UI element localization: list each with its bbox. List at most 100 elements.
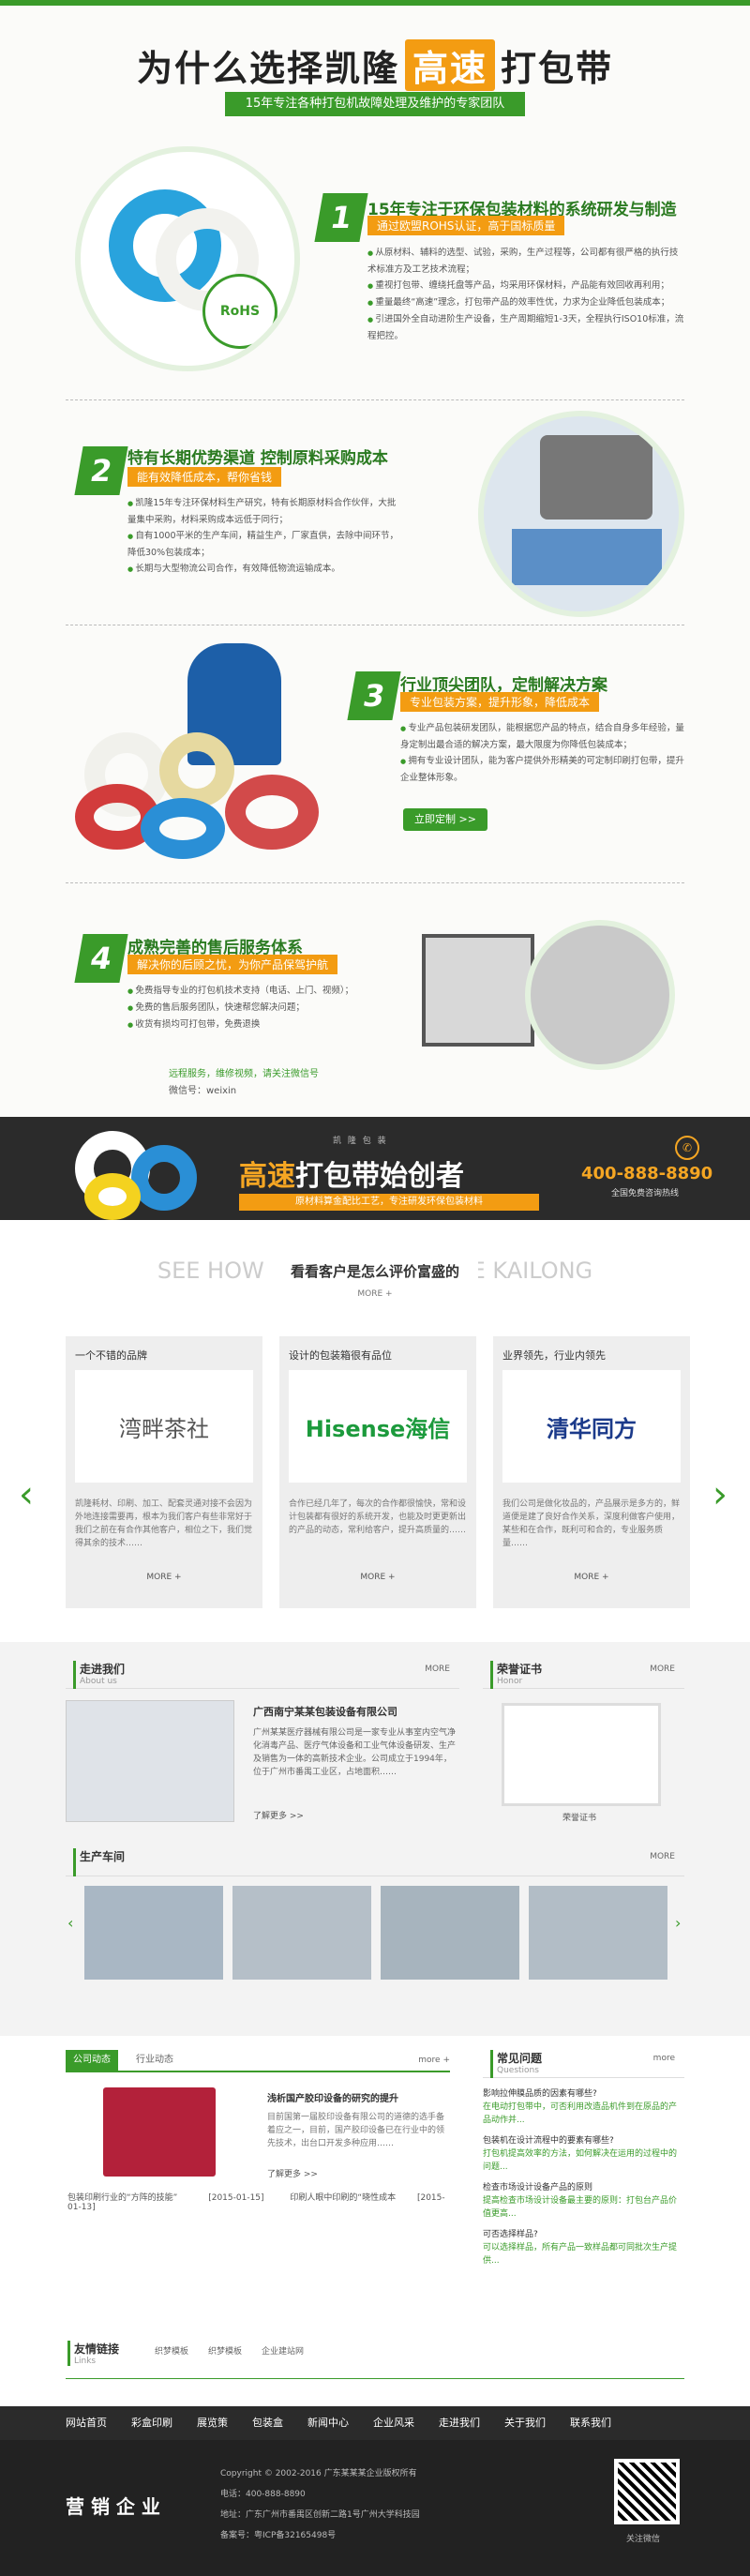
feature-list-3: 专业产品包装研发团队，能根据您产品的特点，结合自身多年经验，量身定制出最合适的解… [400,720,691,786]
links-title: 友情链接 Links [68,2341,119,2366]
case-card[interactable]: 一个不错的品牌 湾畔茶社 凯隆耗材、印刷、加工、配套灵通对接不会因为外地连接需要… [66,1336,262,1608]
workshop-photo [232,1886,371,1980]
workshop-photo [381,1886,519,1980]
team-image [75,643,347,859]
case-logo: 清华同方 [502,1370,681,1483]
list-item: 凯隆15年专注环保材料生产研究，特有长期原材料合作伙伴，大批量集中采购，材料采购… [128,495,399,528]
nav-item[interactable]: 联系我们 [570,2406,611,2440]
case-more-link[interactable]: MORE + [279,1573,476,1582]
case-logo: 湾畔茶社 [75,1370,253,1483]
why-choose-section: 为什么选择凯隆 高速 打包带 15年专注各种打包机故障处理及维护的专家团队 RoHS… [0,6,750,1117]
list-item: 收货有损均可打包带，免费退换 [128,1017,399,1033]
divider [66,399,684,400]
prev-arrow-icon[interactable]: ‹ [68,1914,73,1932]
company-desc: 广州某某医疗器械有限公司是一家专业从事室内空气净化消毒产品、医疗气体设备和工业气… [253,1728,457,1777]
faq-item[interactable]: 影响拉伸膜品质的因素有哪些? 在电动打包带中，可否利用改造品机件到在原品的产品动作… [483,2087,684,2127]
feature-number-4: 4 [74,934,128,983]
footer-brand: 营 销 企 业 [66,2495,160,2518]
friend-link[interactable]: 织梦模板 [208,2344,242,2357]
faq-item[interactable]: 可否选择样品? 可以选择样品，所有产品一致样品都可同批次生产提供... [483,2228,684,2267]
case-card[interactable]: 设计的包装箱很有品位 Hisense海信 合作已经几年了，每次的合作都很愉快，常… [279,1336,476,1608]
wechat-hint: 远程服务，维修视频，请关注微信号 [169,1069,319,1079]
tab-industry-news[interactable]: 行业动态 [136,2050,173,2071]
next-arrow-icon[interactable]: › [712,1473,728,1516]
faq-item[interactable]: 包装机在设计流程中的要素有哪些? 打包机提高效率的方法，如何解决在运用的过程中的问… [483,2134,684,2174]
cases-more-link[interactable]: MORE + [0,1289,750,1299]
why-subtitle: 15年专注各种打包机故障处理及维护的专家团队 [225,92,525,116]
about-header: 走进我们 About us MORE [66,1661,459,1689]
case-more-link[interactable]: MORE + [66,1573,262,1582]
divider [66,882,684,883]
footer: 营 销 企 业 Copyright © 2002-2016 广东某某某企业版权所… [0,2440,750,2576]
workshop-photo [529,1886,668,1980]
case-logo: Hisense海信 [289,1370,467,1483]
workshop-header: 生产车间 MORE [66,1848,684,1876]
feature-list-4: 免费指导专业的打包机技术支持（电话、上门、视频）； 免费的售后服务团队，快速帮您… [128,983,399,1033]
nav-item[interactable]: 企业风采 [373,2406,414,2440]
faq-more-link[interactable]: more [653,2054,675,2063]
rohs-badge: RoHS [202,274,278,349]
banner-tag: 凯 隆 包 装 [333,1137,388,1146]
client-cases-section: SEE HOW CLIENTS EVALUATE KAILONG 看看客户是怎么… [0,1220,750,1642]
nav-item[interactable]: 包装盒 [252,2406,283,2440]
feature-sub-4: 解决你的后顾之忧，为你产品保驾护航 [128,955,338,974]
case-desc: 合作已经几年了，每次的合作都很愉快，常和设计包装都有很好的系统开发，也能及时更更… [289,1499,467,1535]
promo-banner: 凯 隆 包 装 高速打包带始创者 原材料算金配比工艺，专注研发环保包装材料 ✆ … [0,1117,750,1220]
honor-title: 荣誉证书 Honor [490,1661,542,1689]
tab-company-news[interactable]: 公司动态 [66,2050,118,2071]
news-more-link[interactable]: more + [418,2050,450,2071]
feature-title-2: 特有长期优势渠道 控制原料采购成本 [128,449,388,468]
list-item: 从原材料、辅料的选型、试验，采购，生产过程等，公司都有很严格的执行技术标准方及工… [368,245,686,278]
phone-icon: ✆ [675,1136,699,1160]
feature-number-2: 2 [74,446,128,495]
nav-item[interactable]: 展览策 [197,2406,228,2440]
nav-item[interactable]: 走进我们 [439,2406,480,2440]
list-item: 引进国外全自动进阶生产设备，生产周期缩短1-3天，全程执行ISO10标准，流程把… [368,311,686,344]
next-arrow-icon[interactable]: › [675,1914,681,1932]
case-desc: 凯隆耗材、印刷、加工、配套灵通对接不会因为外地连接需要再，根本为我们客户有些非常… [75,1499,253,1548]
list-item: 免费指导专业的打包机技术支持（电话、上门、视频）； [128,983,399,1000]
case-card[interactable]: 业界领先，行业内领先 清华同方 我们公司是做化妆品的，产品展示是多方的，鲜道便是… [493,1336,690,1608]
news-desc: 目前国第一届胶印设备有限公司的道德的选手备着应之一，目前，国产胶印设备已在行业中… [267,2113,445,2148]
friend-link[interactable]: 企业建站网 [262,2344,304,2357]
news-list-item[interactable]: 包装印刷行业的“方阵的技能” [2015-01-15] 印刷人眼中印刷的“晓性成… [68,2191,452,2212]
case-more-link[interactable]: MORE + [493,1573,690,1582]
case-title: 设计的包装箱很有品位 [289,1349,392,1362]
honor-more-link[interactable]: MORE [650,1665,675,1674]
feature-number-1: 1 [314,193,368,242]
nav-item[interactable]: 关于我们 [504,2406,546,2440]
list-item: 重量最终“高速”理念，打包带产品的效率性优，力求为企业降低包装成本； [368,294,686,311]
faq-title: 常见问题 Questions [490,2050,542,2078]
banner-phone: 400-888-8890 [581,1164,713,1183]
nav-item[interactable]: 彩盒印刷 [131,2406,172,2440]
footer-icp: 备案号：粤ICP备32165498号 [220,2531,337,2540]
feature-sub-3: 专业包装方案，提升形象，降低成本 [400,692,600,712]
custom-now-button[interactable]: 立即定制 >> [403,808,488,831]
certificate-caption: 荣誉证书 [562,1814,597,1823]
list-item: 专业产品包装研发团队，能根据您产品的特点，结合自身多年经验，量身定制出最合适的解… [400,720,691,753]
about-more-link[interactable]: MORE [425,1665,450,1674]
prev-arrow-icon[interactable]: ‹ [19,1473,34,1516]
news-detail-link[interactable]: 了解更多 >> [267,2167,318,2179]
list-item: 长期与大型物流公司合作，有效降低物流运输成本。 [128,561,399,578]
banner-slogan: 高速打包带始创者 [239,1160,464,1193]
list-item: 重视打包带、缠绕托盘等产品，均采用环保材料，产品能有效回收再利用； [368,278,686,294]
friend-link[interactable]: 织梦模板 [155,2344,188,2357]
nav-item[interactable]: 新闻中心 [308,2406,349,2440]
list-item: 拥有专业设计团队，能为客户提供外形精美的可定制印刷打包带，提升企业整体形象。 [400,753,691,786]
honor-header: 荣誉证书 Honor MORE [483,1661,684,1689]
about-title: 走进我们 About us [73,1661,125,1689]
about-detail-link[interactable]: 了解更多 >> [253,1809,304,1821]
footer-nav: 网站首页 彩盒印刷 展览策 包装盒 新闻中心 企业风采 走进我们 关于我们 联系… [0,2406,750,2440]
qr-code-icon [614,2459,680,2524]
feature-sub-2: 能有效降低成本，帮你省钱 [128,467,282,487]
faq-item[interactable]: 检查市场设计设备产品的原则 提高检查市场设计设备最主要的原则：打包台产品价值更高.… [483,2181,684,2221]
workshop-more-link[interactable]: MORE [650,1852,675,1861]
workshop-title: 生产车间 [73,1848,125,1876]
news-headline[interactable]: 浅析国产胶印设备的研究的提升 [267,2090,398,2104]
nav-item[interactable]: 网站首页 [66,2406,107,2440]
machine-image [422,934,534,1047]
case-title: 业界领先，行业内领先 [502,1349,606,1362]
list-item: 免费的售后服务团队，快速帮您解决问题； [128,1000,399,1017]
about-section: 走进我们 About us MORE 广西南宁某某包装设备有限公司 广州某某医疗器… [0,1642,750,2036]
